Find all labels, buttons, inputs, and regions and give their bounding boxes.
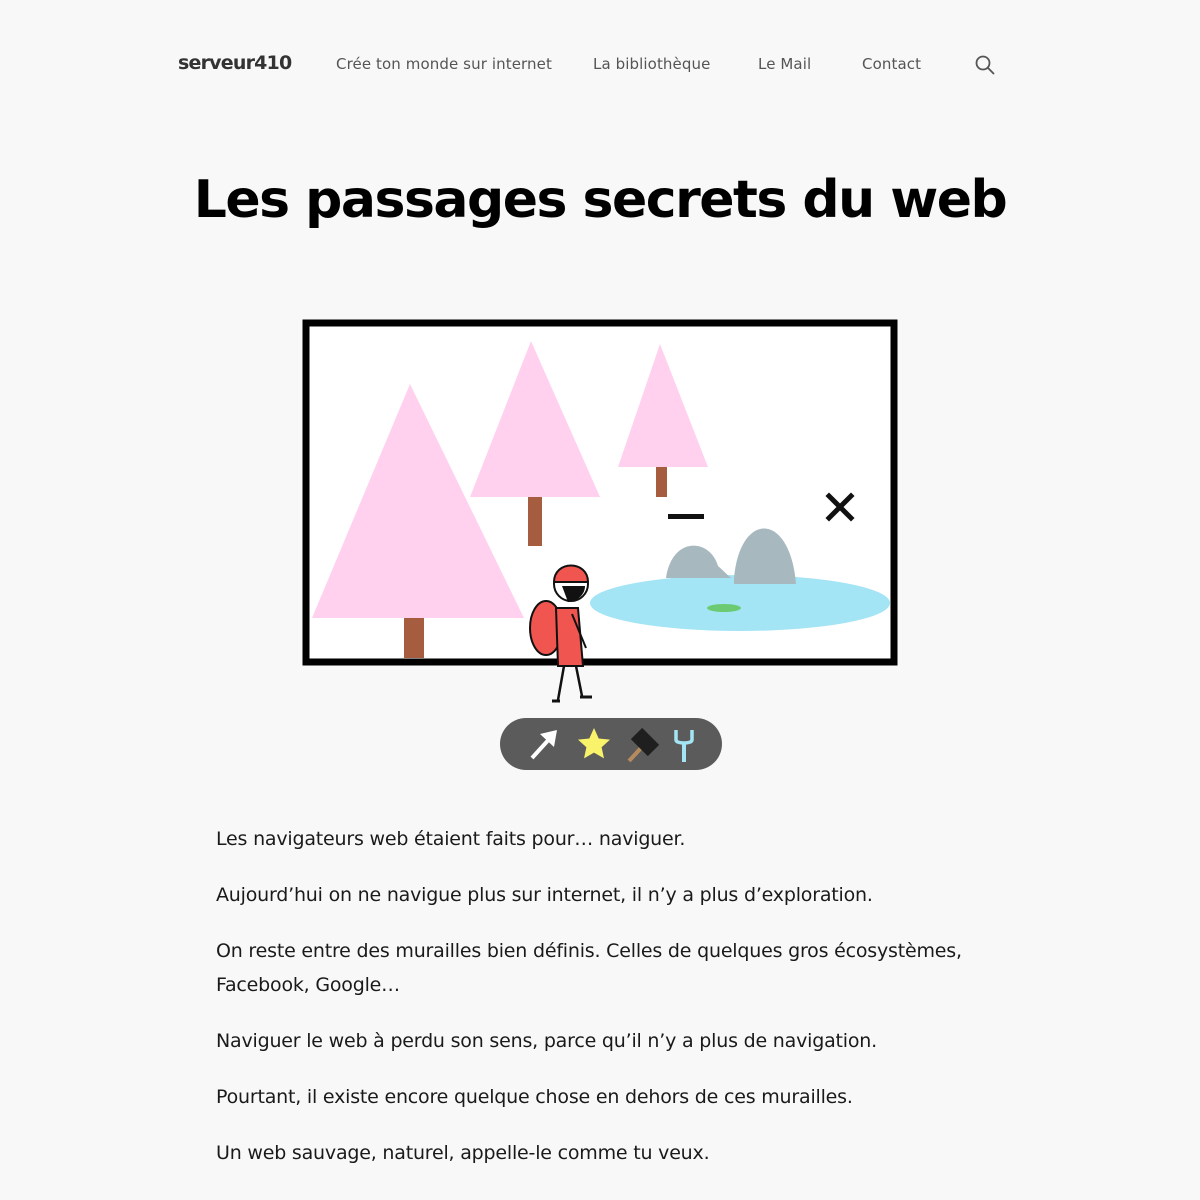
minimize-icon bbox=[668, 514, 704, 519]
forest-window-illustration bbox=[302, 319, 898, 770]
tree-trunk-large bbox=[404, 618, 424, 658]
tool-bar bbox=[500, 718, 722, 770]
tree-trunk-small bbox=[656, 467, 667, 497]
article-paragraph: Un web sauvage, naturel, appelle-le comm… bbox=[216, 1142, 710, 1164]
article-paragraph: On reste entre des murailles bien défini… bbox=[216, 940, 962, 996]
character-leg-left bbox=[556, 665, 566, 701]
article-paragraph: Les navigateurs web étaient faits pour… … bbox=[216, 828, 686, 850]
nav-item-mail[interactable]: Le Mail bbox=[758, 55, 811, 73]
nav-item-bibliotheque[interactable]: La bibliothèque bbox=[593, 55, 710, 73]
search-button[interactable] bbox=[974, 54, 996, 76]
character-body bbox=[554, 607, 585, 667]
page-title: Les passages secrets du web bbox=[193, 170, 1008, 230]
article-paragraph: Aujourd’hui on ne navigue plus sur inter… bbox=[216, 884, 873, 906]
site-header: serveur410 Crée ton monde sur internet L… bbox=[0, 0, 1200, 130]
nav-item-contact[interactable]: Contact bbox=[862, 55, 921, 73]
article-paragraph: Naviguer le web à perdu son sens, parce … bbox=[216, 1030, 877, 1052]
hero-illustration bbox=[300, 316, 900, 776]
character-leg-right bbox=[574, 665, 584, 697]
nav-item-cree-ton-monde[interactable]: Crée ton monde sur internet bbox=[336, 55, 552, 73]
lily-pad bbox=[707, 604, 741, 612]
article-paragraph: Pourtant, il existe encore quelque chose… bbox=[216, 1086, 853, 1108]
site-logo[interactable]: serveur410 bbox=[178, 52, 292, 74]
search-icon bbox=[975, 55, 995, 75]
tree-trunk-medium bbox=[528, 497, 542, 546]
article-body: Les navigateurs web étaient faits pour… … bbox=[216, 822, 986, 1192]
